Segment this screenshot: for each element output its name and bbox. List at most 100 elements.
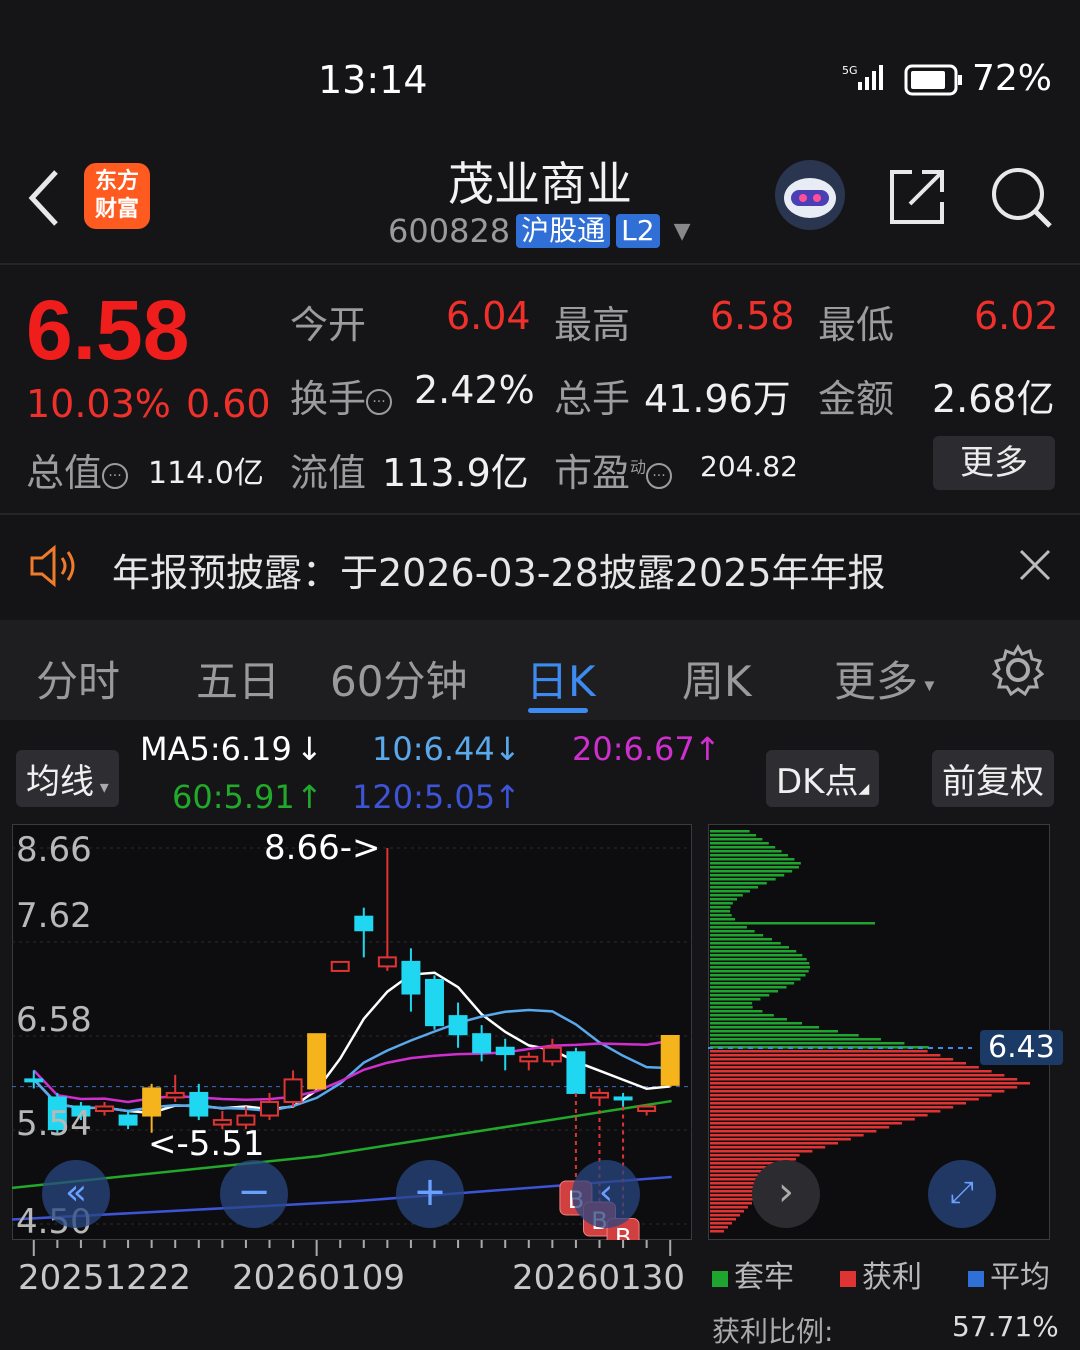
chip-bar — [710, 1082, 1030, 1085]
chip-bar — [710, 866, 799, 869]
turnover-label[interactable]: 换手 ··· — [290, 368, 393, 423]
chevron-down-icon: ▼ — [673, 218, 691, 244]
pe-label[interactable]: 市盈动 ··· — [554, 442, 673, 497]
stock-code: 600828 — [388, 212, 511, 250]
expand-icon[interactable]: ⤢ — [928, 1160, 996, 1228]
chip-bar — [710, 946, 789, 949]
high-label: 最高 — [554, 303, 631, 347]
chip-bar — [710, 1218, 736, 1221]
chip-bar — [710, 1034, 859, 1037]
x-label-0: 20251222 — [18, 1258, 192, 1298]
mktcap-value: 114.0亿 — [148, 456, 264, 491]
chip-bar — [710, 1098, 979, 1101]
chip-bar — [710, 1142, 838, 1145]
chip-bar — [710, 1078, 1018, 1081]
ma120-value: 120:5.05 — [352, 778, 496, 816]
zoom-in-icon[interactable]: + — [396, 1160, 464, 1228]
candle-body — [542, 1046, 562, 1063]
chip-bar — [710, 958, 807, 961]
chip-bar — [710, 1130, 877, 1133]
candle-body — [401, 960, 421, 995]
chip-bar — [710, 862, 801, 865]
ma10-value: 10:6.44 — [372, 730, 495, 768]
chip-bar — [710, 842, 769, 845]
chip-bar — [710, 994, 770, 997]
chip-bar — [710, 970, 809, 973]
chip-bar — [710, 1138, 851, 1141]
x-axis-ticks — [32, 1240, 672, 1256]
chip-bar — [710, 838, 763, 841]
chip-bar — [710, 1086, 1018, 1089]
low-label: 最低 — [818, 303, 895, 347]
ma20-arrow-up-icon: ↑ — [694, 730, 721, 768]
ma10-arrow-down-icon: ↓ — [494, 730, 521, 768]
float-label: 流值 — [290, 451, 367, 495]
chip-bar — [710, 998, 761, 1001]
candle-body — [519, 1055, 539, 1063]
tab-intraday[interactable]: 分时 — [36, 648, 120, 709]
tab-5day[interactable]: 五日 — [196, 648, 280, 709]
settings-gear-icon[interactable] — [991, 643, 1045, 700]
corner-triangle-icon: ◢ — [858, 781, 870, 797]
float-value: 113.9亿 — [382, 451, 529, 495]
tab-more[interactable]: 更多 ▾ — [834, 648, 934, 709]
tab-daily-k[interactable]: 日K — [526, 648, 596, 709]
chip-bar — [710, 1094, 992, 1097]
dropdown-icon: ▾ — [94, 777, 109, 798]
volume-value: 41.96万 — [644, 377, 791, 421]
chip-bar — [710, 846, 776, 849]
candle-body — [283, 1078, 303, 1103]
robot-assistant-icon[interactable] — [773, 158, 847, 236]
candle-body — [24, 1078, 44, 1083]
chip-bar — [710, 922, 875, 925]
profit-ratio-label: 获利比例: — [712, 1315, 834, 1348]
chip-bar — [710, 1074, 1005, 1077]
close-icon[interactable] — [1018, 548, 1052, 586]
ma120-arrow-up-icon: ↑ — [494, 778, 521, 816]
stock-code-row[interactable]: 600828 沪股通 L2 ▼ — [388, 212, 691, 250]
svg-text:5G: 5G — [842, 64, 858, 77]
active-tab-indicator — [528, 708, 588, 713]
chip-bar — [710, 930, 755, 933]
candle-body — [142, 1087, 162, 1117]
chip-bar — [710, 882, 767, 885]
search-icon[interactable] — [988, 164, 1054, 234]
notice-text: 年报预披露：于2026-03-28披露2025年年报 — [112, 551, 886, 595]
chip-bar — [710, 1154, 800, 1157]
tab-weekly-k[interactable]: 周K — [682, 648, 752, 709]
candle-body — [590, 1091, 609, 1099]
mktcap-label[interactable]: 总值 ··· — [26, 442, 129, 497]
zoom-out-icon[interactable]: − — [220, 1160, 288, 1228]
info-icon: ··· — [646, 462, 673, 489]
ma20-value: 20:6.67 — [572, 730, 695, 768]
chip-bar — [710, 910, 731, 913]
chip-bar — [710, 1214, 740, 1217]
chip-bar — [710, 1058, 954, 1061]
candle-body — [307, 1033, 327, 1090]
prev-icon[interactable]: ‹ — [572, 1160, 640, 1228]
chip-bar — [710, 1010, 763, 1013]
chip-bar — [710, 990, 779, 993]
chip-bar — [710, 1022, 803, 1025]
adjust-button[interactable]: 前复权 — [932, 750, 1054, 807]
current-price: 6.58 — [26, 283, 190, 377]
legend-locked: 套牢 — [712, 1252, 794, 1296]
more-quote-button[interactable]: 更多 — [933, 436, 1055, 490]
chip-bar — [710, 850, 782, 853]
share-icon[interactable] — [886, 166, 948, 232]
chip-next-icon[interactable]: › — [752, 1160, 820, 1228]
y-tick-0: 8.66 — [16, 830, 92, 870]
amount-value: 2.68亿 — [932, 377, 1055, 421]
dk-point-button[interactable]: DK点◢ — [766, 750, 880, 807]
tag-hsgt: 沪股通 — [516, 214, 611, 248]
chip-bar — [710, 1122, 902, 1125]
chip-bar — [710, 982, 795, 985]
battery-icon — [904, 64, 964, 100]
ma-toggle-button[interactable]: 均线 ▾ — [16, 750, 119, 807]
chip-bar — [710, 906, 731, 909]
chip-bar — [710, 1018, 787, 1021]
scroll-left-icon[interactable]: « — [42, 1160, 110, 1228]
turnover-value: 2.42% — [414, 368, 535, 412]
tab-60min[interactable]: 60分钟 — [330, 648, 467, 709]
candle-body — [448, 1015, 468, 1036]
